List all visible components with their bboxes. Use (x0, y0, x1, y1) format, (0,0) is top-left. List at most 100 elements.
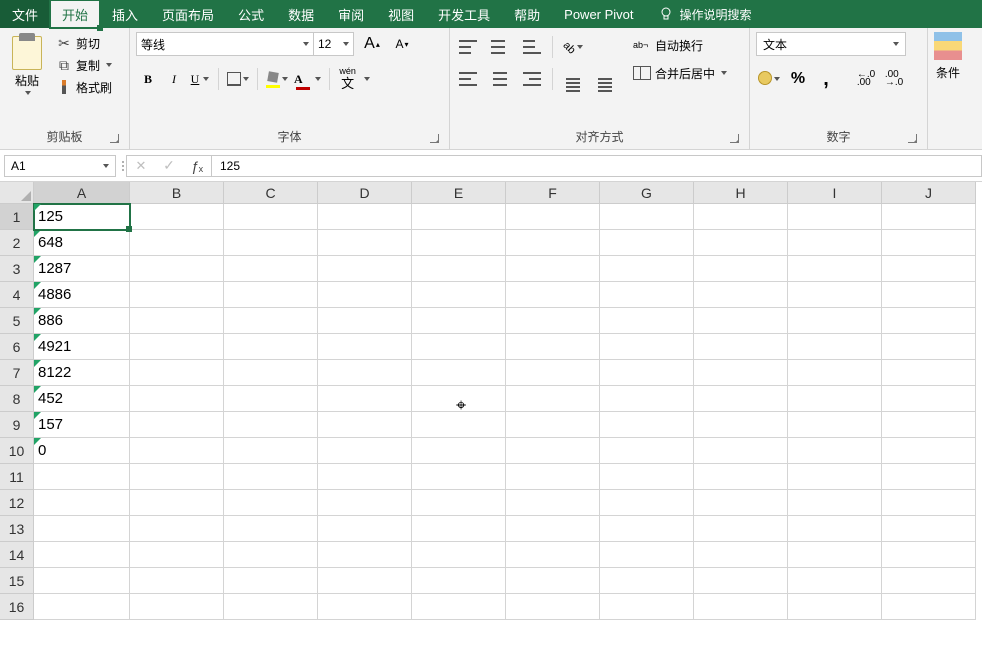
cell-G15[interactable] (600, 568, 694, 594)
cell-J14[interactable] (882, 542, 976, 568)
align-middle-button[interactable] (488, 36, 512, 58)
cell-F11[interactable] (506, 464, 600, 490)
cell-E9[interactable] (412, 412, 506, 438)
cell-C1[interactable] (224, 204, 318, 230)
cell-B2[interactable] (130, 230, 224, 256)
cell-B6[interactable] (130, 334, 224, 360)
cell-C10[interactable] (224, 438, 318, 464)
cell-H10[interactable] (694, 438, 788, 464)
wrap-text-button[interactable]: 自动换行 (629, 34, 731, 56)
cell-F12[interactable] (506, 490, 600, 516)
cell-G12[interactable] (600, 490, 694, 516)
tab-view[interactable]: 视图 (376, 0, 426, 28)
cell-I1[interactable] (788, 204, 882, 230)
cell-J11[interactable] (882, 464, 976, 490)
cell-A1[interactable]: 125 (34, 204, 130, 230)
column-header-C[interactable]: C (224, 182, 318, 204)
cell-H4[interactable] (694, 282, 788, 308)
format-painter-button[interactable]: 格式刷 (52, 76, 116, 98)
cell-D15[interactable] (318, 568, 412, 594)
row-header-3[interactable]: 3 (0, 256, 34, 282)
cell-F15[interactable] (506, 568, 600, 594)
cell-E4[interactable] (412, 282, 506, 308)
cell-D14[interactable] (318, 542, 412, 568)
cell-E15[interactable] (412, 568, 506, 594)
cell-F10[interactable] (506, 438, 600, 464)
cell-I16[interactable] (788, 594, 882, 620)
cell-B11[interactable] (130, 464, 224, 490)
cell-C7[interactable] (224, 360, 318, 386)
cell-B16[interactable] (130, 594, 224, 620)
row-header-12[interactable]: 12 (0, 490, 34, 516)
cell-A7[interactable]: 8122 (34, 360, 130, 386)
cell-E10[interactable] (412, 438, 506, 464)
cell-C12[interactable] (224, 490, 318, 516)
cell-I15[interactable] (788, 568, 882, 594)
row-header-13[interactable]: 13 (0, 516, 34, 542)
cell-D16[interactable] (318, 594, 412, 620)
dialog-launcher[interactable] (906, 132, 919, 145)
cell-G8[interactable] (600, 386, 694, 412)
align-bottom-button[interactable] (520, 36, 544, 58)
cell-F4[interactable] (506, 282, 600, 308)
cell-A14[interactable] (34, 542, 130, 568)
cell-F14[interactable] (506, 542, 600, 568)
cell-A9[interactable]: 157 (34, 412, 130, 438)
cell-B13[interactable] (130, 516, 224, 542)
cell-G7[interactable] (600, 360, 694, 386)
row-header-5[interactable]: 5 (0, 308, 34, 334)
cell-B15[interactable] (130, 568, 224, 594)
row-header-11[interactable]: 11 (0, 464, 34, 490)
cells-area[interactable]: 12564812874886886492181224521570 (34, 204, 976, 620)
column-header-H[interactable]: H (694, 182, 788, 204)
cell-H3[interactable] (694, 256, 788, 282)
cell-D10[interactable] (318, 438, 412, 464)
cell-I8[interactable] (788, 386, 882, 412)
cell-I5[interactable] (788, 308, 882, 334)
tab-help[interactable]: 帮助 (502, 0, 552, 28)
comma-format-button[interactable] (814, 68, 838, 90)
cell-F7[interactable] (506, 360, 600, 386)
column-header-E[interactable]: E (412, 182, 506, 204)
decrease-decimal-button[interactable]: .00→.0 (882, 68, 906, 90)
font-color-button[interactable] (292, 68, 323, 90)
cell-A5[interactable]: 886 (34, 308, 130, 334)
row-header-4[interactable]: 4 (0, 282, 34, 308)
cell-J4[interactable] (882, 282, 976, 308)
cell-F13[interactable] (506, 516, 600, 542)
cell-H1[interactable] (694, 204, 788, 230)
cell-J1[interactable] (882, 204, 976, 230)
cell-A6[interactable]: 4921 (34, 334, 130, 360)
conditional-formatting-icon[interactable] (934, 32, 962, 60)
cut-button[interactable]: 剪切 (52, 32, 116, 54)
cell-D1[interactable] (318, 204, 412, 230)
cell-F1[interactable] (506, 204, 600, 230)
cell-H16[interactable] (694, 594, 788, 620)
cell-D13[interactable] (318, 516, 412, 542)
orientation-button[interactable] (561, 36, 585, 58)
column-header-I[interactable]: I (788, 182, 882, 204)
cell-H8[interactable] (694, 386, 788, 412)
increase-indent-button[interactable] (593, 68, 617, 90)
align-left-button[interactable] (456, 68, 480, 90)
enter-button[interactable] (155, 156, 183, 176)
cell-J6[interactable] (882, 334, 976, 360)
cell-B1[interactable] (130, 204, 224, 230)
cell-G14[interactable] (600, 542, 694, 568)
cell-D4[interactable] (318, 282, 412, 308)
column-header-J[interactable]: J (882, 182, 976, 204)
cell-E6[interactable] (412, 334, 506, 360)
cell-C14[interactable] (224, 542, 318, 568)
cell-B3[interactable] (130, 256, 224, 282)
cell-G16[interactable] (600, 594, 694, 620)
cell-G2[interactable] (600, 230, 694, 256)
cell-H15[interactable] (694, 568, 788, 594)
cell-J3[interactable] (882, 256, 976, 282)
row-header-15[interactable]: 15 (0, 568, 34, 594)
cell-C9[interactable] (224, 412, 318, 438)
cell-J16[interactable] (882, 594, 976, 620)
cell-B9[interactable] (130, 412, 224, 438)
decrease-indent-button[interactable] (561, 68, 585, 90)
cell-C15[interactable] (224, 568, 318, 594)
cell-E3[interactable] (412, 256, 506, 282)
